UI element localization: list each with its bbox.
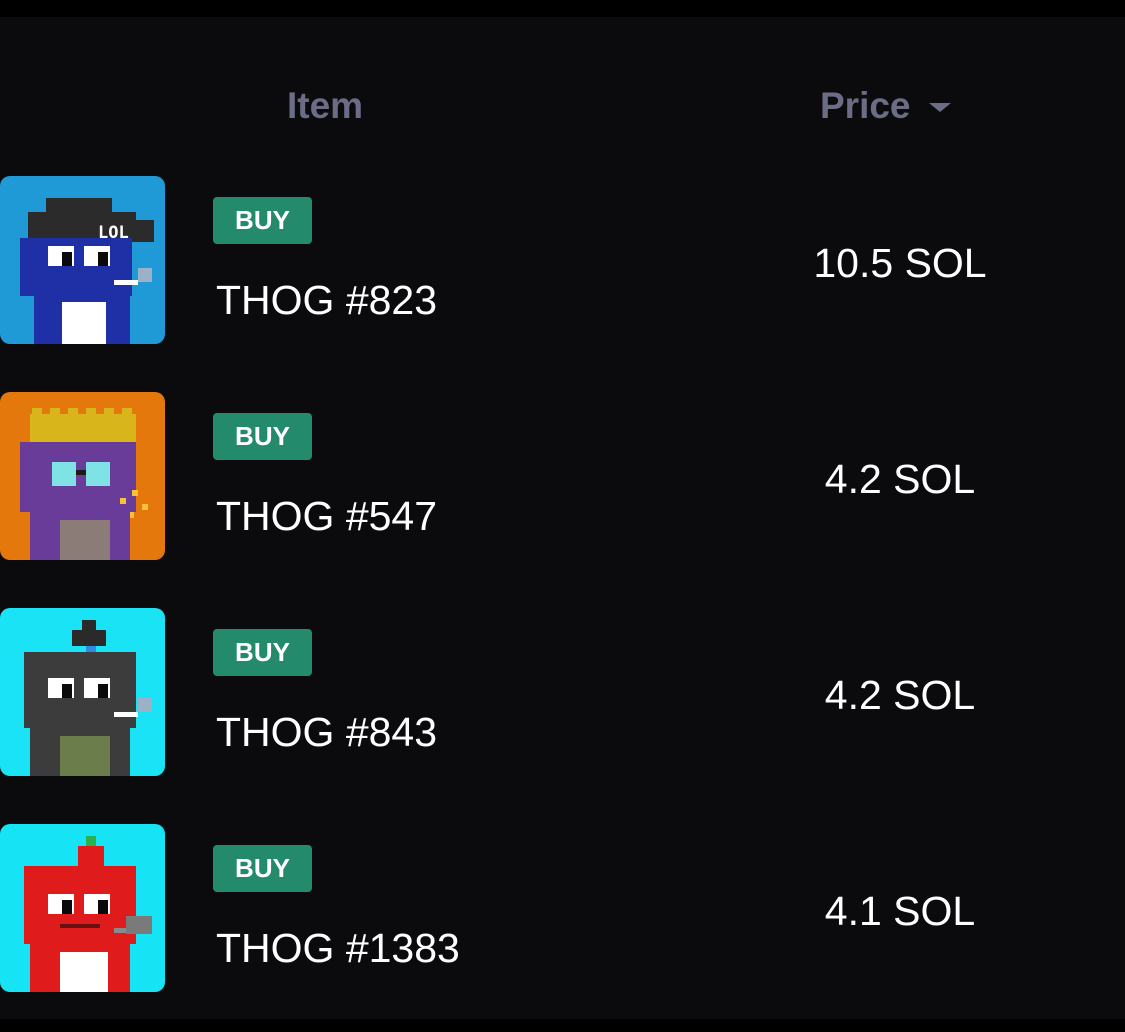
listings-panel: Item Price LOL BUY THOG #823 10.5 SOL BU… (0, 17, 1125, 1019)
nft-avatar[interactable] (0, 824, 165, 992)
item-name[interactable]: THOG #1383 (216, 928, 460, 969)
caret-down-icon[interactable] (928, 103, 951, 112)
table-header: Item Price (0, 17, 1125, 167)
buy-button[interactable]: BUY (213, 629, 312, 676)
buy-button[interactable]: BUY (213, 197, 312, 244)
nft-avatar[interactable] (0, 608, 165, 776)
item-price: 4.1 SOL (824, 888, 976, 934)
item-name[interactable]: THOG #547 (216, 496, 437, 537)
item-price: 4.2 SOL (824, 456, 976, 502)
item-price: 4.2 SOL (824, 672, 976, 718)
column-header-item[interactable]: Item (287, 87, 363, 124)
buy-button[interactable]: BUY (213, 845, 312, 892)
item-name[interactable]: THOG #843 (216, 712, 437, 753)
column-header-price[interactable]: Price (820, 87, 951, 124)
column-header-price-label: Price (820, 85, 911, 126)
table-row[interactable]: LOL BUY THOG #823 10.5 SOL (0, 176, 1125, 344)
buy-button[interactable]: BUY (213, 413, 312, 460)
table-row[interactable]: BUY THOG #547 4.2 SOL (0, 392, 1125, 560)
table-row[interactable]: BUY THOG #1383 4.1 SOL (0, 824, 1125, 992)
nft-avatar[interactable]: LOL (0, 176, 165, 344)
nft-avatar[interactable] (0, 392, 165, 560)
table-row[interactable]: BUY THOG #843 4.2 SOL (0, 608, 1125, 776)
item-price: 10.5 SOL (813, 240, 987, 286)
item-name[interactable]: THOG #823 (216, 280, 437, 321)
